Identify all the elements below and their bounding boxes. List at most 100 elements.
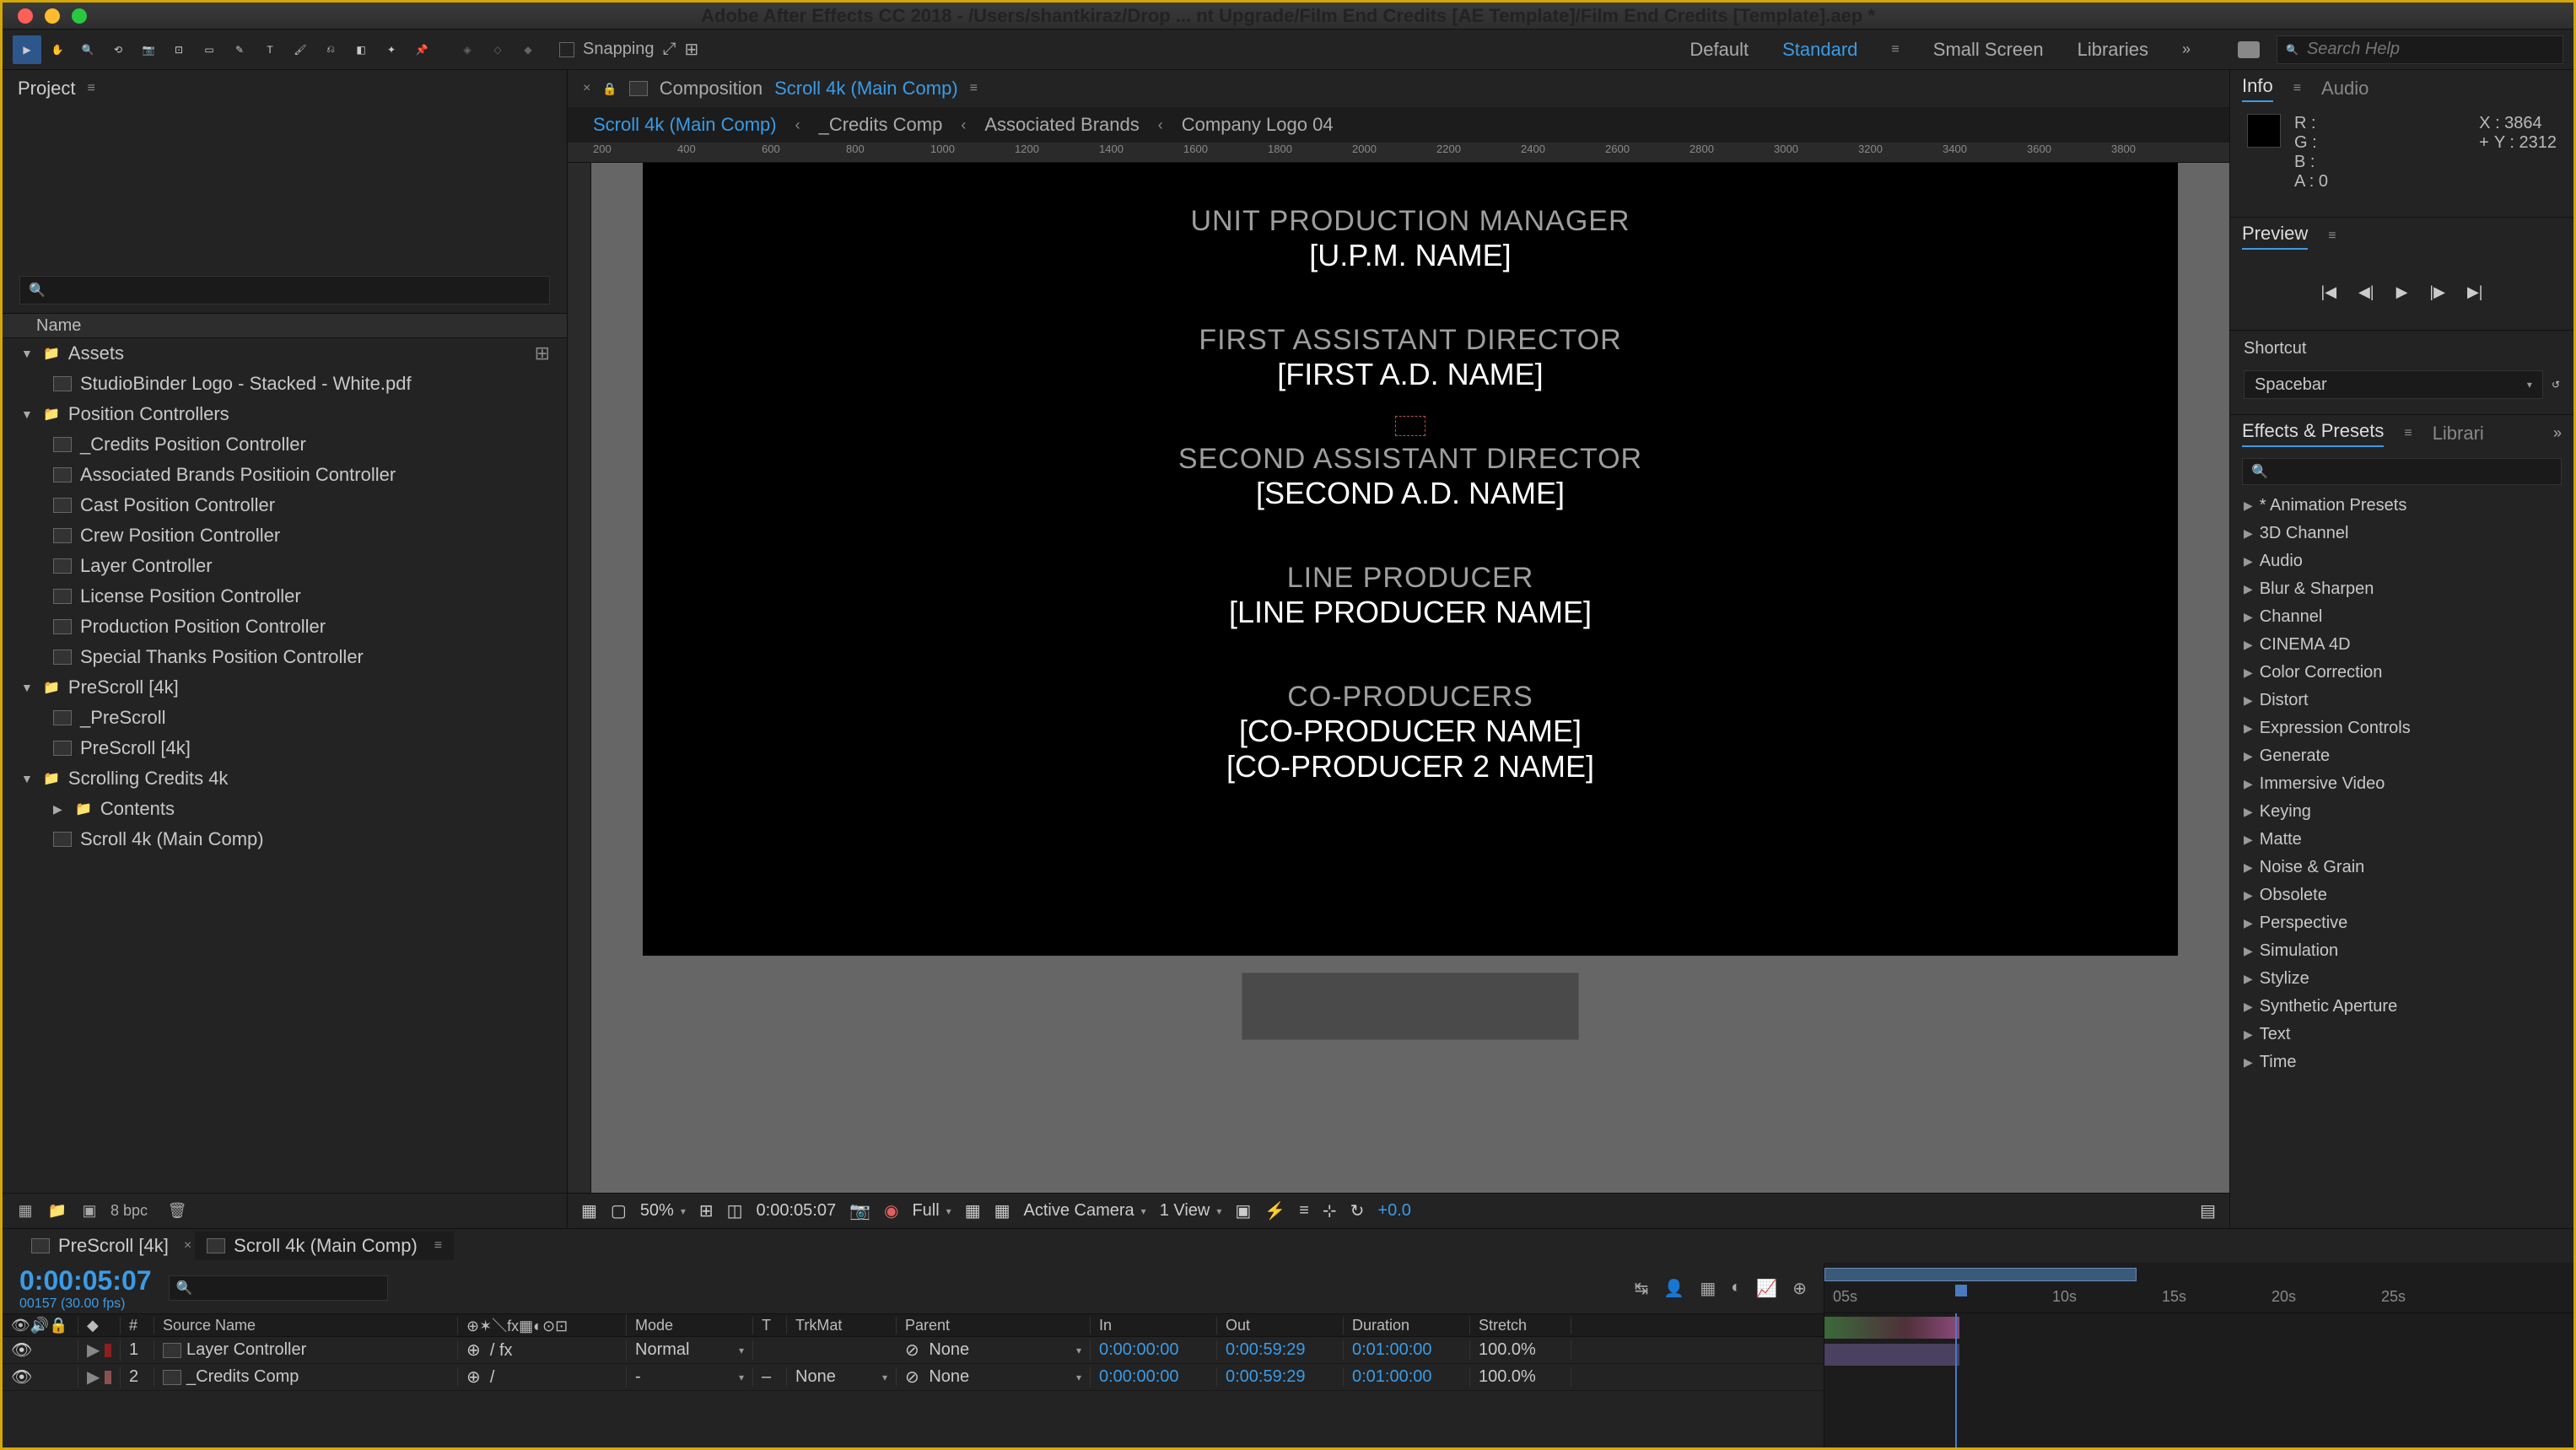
ep-c4d[interactable]: ▶CINEMA 4D xyxy=(2230,631,2573,659)
workspace-default[interactable]: Default xyxy=(1689,39,1749,61)
timeline-current-time[interactable]: 0:00:05:07 xyxy=(19,1265,152,1296)
current-time-indicator[interactable] xyxy=(1955,1313,1957,1447)
comp-crew-position[interactable]: Crew Position Controller xyxy=(3,520,567,551)
col-idx[interactable]: # xyxy=(129,1317,137,1334)
workspace-standard-menu[interactable]: ≡ xyxy=(1891,42,1899,57)
brush-tool[interactable]: 🖌 xyxy=(286,35,315,64)
first-frame-button[interactable]: |◀ xyxy=(2321,283,2337,301)
timeline-layer-2[interactable]: 👁 ▶ 2 _Credits Comp ⊕ / -▾ – None▾ ⊘ Non… xyxy=(3,1364,1824,1391)
resolution-toggle-icon[interactable]: ⊞ xyxy=(699,1200,714,1221)
ep-channel[interactable]: ▶Channel xyxy=(2230,603,2573,631)
timeline-tab-prescroll[interactable]: PreScroll [4k] xyxy=(19,1232,181,1260)
comp-cast-position[interactable]: Cast Position Controller xyxy=(3,490,567,520)
roi-icon[interactable]: ◫ xyxy=(727,1200,743,1221)
text-tool[interactable]: T xyxy=(256,35,284,64)
effects-overflow[interactable]: » xyxy=(2553,424,2562,442)
prev-frame-button[interactable]: ◀| xyxy=(2358,283,2374,301)
effects-panel-menu[interactable]: ≡ xyxy=(2404,426,2412,441)
viewer-timecode[interactable]: 0:00:05:07 xyxy=(757,1201,837,1221)
timeline-layer-1[interactable]: 👁 ▶ 1 Layer Controller ⊕ / fx Normal▾ ⊘ … xyxy=(3,1337,1824,1364)
comp-tab-close[interactable]: × xyxy=(583,81,590,96)
work-area-bar[interactable] xyxy=(1824,1268,2137,1281)
view-count[interactable]: 1 View xyxy=(1160,1201,1210,1221)
view-options-icon[interactable]: ▦ xyxy=(965,1200,981,1221)
help-search-input[interactable] xyxy=(2307,40,2554,59)
tab-audio[interactable]: Audio xyxy=(2321,78,2369,100)
tab-preview[interactable]: Preview xyxy=(2242,223,2308,250)
playhead[interactable] xyxy=(1955,1285,1967,1296)
project-col-name[interactable]: Name xyxy=(36,316,81,336)
exposure-value[interactable]: +0.0 xyxy=(1377,1201,1410,1221)
project-panel-title[interactable]: Project xyxy=(18,78,75,100)
shortcut-select[interactable]: Spacebar▾ xyxy=(2244,370,2543,399)
puppet-tool[interactable]: 📌 xyxy=(407,35,436,64)
fast-preview-icon[interactable]: ⚡ xyxy=(1264,1200,1285,1221)
snap-grid-icon[interactable]: ⊞ xyxy=(685,39,699,60)
ep-audio[interactable]: ▶Audio xyxy=(2230,547,2573,575)
ep-blur[interactable]: ▶Blur & Sharpen xyxy=(2230,575,2573,603)
tab-libraries[interactable]: Librari xyxy=(2433,423,2484,445)
camera-value[interactable]: Active Camera xyxy=(1024,1201,1134,1221)
workspace-libraries[interactable]: Libraries xyxy=(2078,39,2148,61)
workspace-standard[interactable]: Standard xyxy=(1782,39,1857,61)
layer-bar-1[interactable] xyxy=(1824,1317,1959,1339)
resolution-value[interactable]: Full xyxy=(912,1201,939,1221)
ep-text[interactable]: ▶Text xyxy=(2230,1021,2573,1048)
breadcrumb-2[interactable]: Associated Brands xyxy=(984,114,1139,136)
ep-animation-presets[interactable]: ▶* Animation Presets xyxy=(2230,492,2573,520)
render-queue-icon[interactable]: ▤ xyxy=(2200,1200,2216,1221)
ep-stylize[interactable]: ▶Stylize xyxy=(2230,965,2573,993)
col-t[interactable]: T xyxy=(762,1317,771,1334)
folder-contents[interactable]: ▶📁Contents xyxy=(3,794,567,824)
interpret-footage-button[interactable]: ▦ xyxy=(14,1202,36,1221)
grid-icon[interactable]: ▦ xyxy=(994,1200,1010,1221)
comp-panel-menu[interactable]: ≡ xyxy=(970,81,978,96)
comp-production-position[interactable]: Production Position Controller xyxy=(3,612,567,642)
snapping-checkbox[interactable] xyxy=(559,42,574,57)
breadcrumb-1[interactable]: _Credits Comp xyxy=(819,114,943,136)
folder-assets[interactable]: ▼📁Assets⊞ xyxy=(3,338,567,369)
comp-render[interactable]: UNIT PRODUCTION MANAGER [U.P.M. NAME] FI… xyxy=(643,163,2178,956)
col-av[interactable]: 👁🔊🔒 xyxy=(11,1317,68,1334)
ep-synthetic[interactable]: ▶Synthetic Aperture xyxy=(2230,993,2573,1021)
col-parent[interactable]: Parent xyxy=(905,1317,950,1334)
play-button[interactable]: ▶ xyxy=(2396,283,2408,301)
new-folder-button[interactable]: 📁 xyxy=(46,1202,68,1221)
pen-tool[interactable]: ✎ xyxy=(225,35,254,64)
comp-panel-name[interactable]: Scroll 4k (Main Comp) xyxy=(774,78,958,100)
ep-noise[interactable]: ▶Noise & Grain xyxy=(2230,854,2573,881)
effects-search[interactable] xyxy=(2242,458,2562,485)
ep-color[interactable]: ▶Color Correction xyxy=(2230,659,2573,687)
file-studiobinder-logo[interactable]: StudioBinder Logo - Stacked - White.pdf xyxy=(3,369,567,399)
camera-tool[interactable]: 📷 xyxy=(134,35,163,64)
col-source[interactable]: Source Name xyxy=(163,1317,256,1334)
col-in[interactable]: In xyxy=(1099,1317,1112,1334)
eraser-tool[interactable]: ◧ xyxy=(347,35,375,64)
window-minimize-button[interactable] xyxy=(45,8,60,24)
comp-license-position[interactable]: License Position Controller xyxy=(3,581,567,612)
ep-generate[interactable]: ▶Generate xyxy=(2230,742,2573,770)
transparency-grid-icon[interactable]: ▢ xyxy=(611,1200,627,1221)
preview-panel-menu[interactable]: ≡ xyxy=(2328,229,2336,244)
ep-distort[interactable]: ▶Distort xyxy=(2230,687,2573,714)
col-stretch[interactable]: Stretch xyxy=(1479,1317,1527,1334)
ep-time[interactable]: ▶Time xyxy=(2230,1048,2573,1076)
pixel-aspect-icon[interactable]: ▣ xyxy=(1235,1200,1251,1221)
clone-tool[interactable]: ⎌ xyxy=(316,35,345,64)
ep-immersive[interactable]: ▶Immersive Video xyxy=(2230,770,2573,798)
ep-simulation[interactable]: ▶Simulation xyxy=(2230,937,2573,965)
snapshot-icon[interactable]: 📷 xyxy=(849,1200,870,1221)
ep-expression[interactable]: ▶Expression Controls xyxy=(2230,714,2573,742)
comp-prescroll-4k[interactable]: PreScroll [4k] xyxy=(3,733,567,763)
workspace-overflow[interactable]: » xyxy=(2182,40,2191,58)
roto-tool[interactable]: ✦ xyxy=(377,35,406,64)
info-panel-menu[interactable]: ≡ xyxy=(2293,81,2301,96)
zoom-tool[interactable]: 🔍 xyxy=(73,35,102,64)
comp-special-thanks-position[interactable]: Special Thanks Position Controller xyxy=(3,642,567,672)
folder-prescroll[interactable]: ▼📁PreScroll [4k] xyxy=(3,672,567,703)
col-label[interactable]: ◆ xyxy=(87,1317,99,1334)
window-zoom-button[interactable] xyxy=(72,8,87,24)
tab-info[interactable]: Info xyxy=(2242,75,2273,102)
project-search[interactable] xyxy=(19,276,550,305)
ep-perspective[interactable]: ▶Perspective xyxy=(2230,909,2573,937)
